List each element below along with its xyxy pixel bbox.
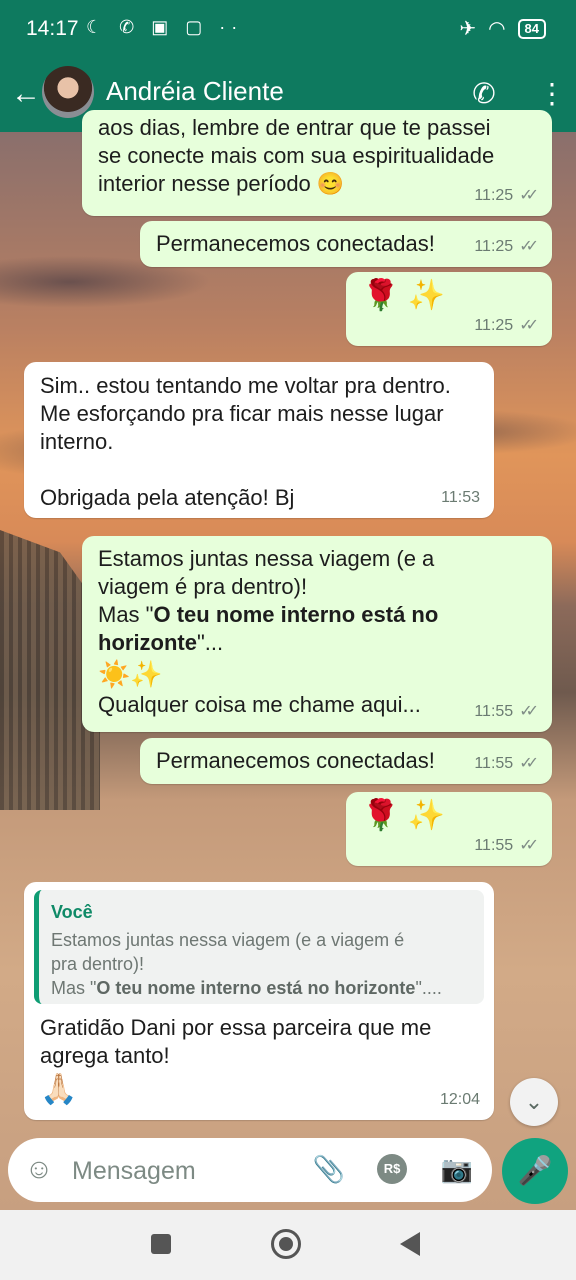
message-text: aos dias, lembre de entrar que te passei [98,115,491,140]
system-icons: ✈ ◠ 84 [459,16,546,41]
read-ticks-icon: ✓✓ [519,703,539,720]
quote-text: Mas "O teu nome interno está no horizont… [51,978,442,998]
wifi-icon: ◠ [488,18,506,40]
read-ticks-icon: ✓✓ [519,187,539,204]
notification-icons: ☾ ✆ ▣ ▢ ·· [86,17,244,37]
message-text: interior nesse período 😊 [98,171,345,196]
read-ticks-icon: ✓✓ [519,317,539,334]
double-chevron-down-icon: ⌄ [524,1089,544,1114]
message-text: Estamos juntas nessa viagem (e a [98,546,435,571]
contact-avatar[interactable] [42,66,94,118]
message-emoji: ☀️✨ [98,659,163,689]
message-bubble-incoming[interactable]: Você Estamos juntas nessa viagem (e a vi… [24,882,494,1120]
message-emoji: 🙏🏻 [40,1073,78,1106]
message-composer: ☺ 📎 R$ 📷 [8,1138,492,1202]
message-text: Permanecemos conectadas! [156,748,435,773]
message-text: Mas "O teu nome interno está no [98,602,439,627]
camera-icon[interactable]: 📷 [440,1152,474,1186]
message-text: agrega tanto! [40,1043,170,1068]
emoji-icon[interactable]: ☺ [22,1152,56,1186]
message-text: Sim.. estou tentando me voltar pra dentr… [40,373,451,398]
read-ticks-icon: ✓✓ [519,755,539,772]
read-ticks-icon: ✓✓ [519,238,539,255]
attach-icon[interactable]: 📎 [312,1152,346,1186]
message-time: 11:25 [474,187,514,204]
message-text: interno. [40,429,114,454]
message-bubble-outgoing[interactable]: 🌹 ✨ 11:55 ✓✓ [346,792,552,866]
message-time: 12:04 [439,1091,480,1108]
read-ticks-icon: ✓✓ [519,837,539,854]
message-bubble-outgoing[interactable]: Permanecemos conectadas! 11:55 ✓✓ [140,738,552,784]
status-time: 14:17 [26,17,79,40]
message-text: Me esforçando pra ficar mais nesse lugar [40,401,444,426]
message-meta: 11:25 ✓✓ [474,233,539,261]
quoted-message[interactable]: Você Estamos juntas nessa viagem (e a vi… [34,890,484,1004]
scroll-to-bottom-button[interactable]: ⌄ [510,1078,558,1126]
message-time: 11:25 [474,317,514,334]
message-emoji: 🌹 ✨ [362,799,446,832]
message-text: horizonte"... [98,630,224,655]
message-meta: 11:25 ✓✓ [474,312,539,340]
message-bubble-outgoing[interactable]: aos dias, lembre de entrar que te passei… [82,110,552,216]
back-button[interactable] [400,1232,420,1256]
quote-text: Estamos juntas nessa viagem (e a viagem … [51,930,405,950]
home-button[interactable] [271,1229,301,1259]
message-meta: 11:55 ✓✓ [474,698,539,726]
message-emoji: 🌹 ✨ [362,279,446,312]
add-call-icon[interactable]: ✆ [464,74,504,114]
message-input[interactable] [70,1150,304,1192]
message-meta: 12:04 [440,1086,480,1114]
message-text: Gratidão Dani por essa parceira que me [40,1015,432,1040]
recents-button[interactable] [151,1234,171,1254]
payment-icon[interactable]: R$ [377,1154,407,1184]
message-bubble-outgoing[interactable]: Permanecemos conectadas! 11:25 ✓✓ [140,221,552,267]
quote-text: pra dentro)! [51,954,145,974]
message-meta: 11:55 ✓✓ [474,750,539,778]
message-bubble-outgoing[interactable]: 🌹 ✨ 11:25 ✓✓ [346,272,552,346]
system-nav-bar [0,1210,576,1280]
back-arrow-icon[interactable]: ← [8,74,44,114]
message-time: 11:25 [474,238,514,255]
message-time: 11:53 [441,489,480,506]
contact-name[interactable]: Andréia Cliente [106,76,284,107]
more-options-icon[interactable]: ⋮ [538,74,566,114]
message-meta: 11:55 ✓✓ [474,832,539,860]
status-bar: 14:17 ☾ ✆ ▣ ▢ ·· ✈ ◠ 84 [0,0,576,60]
message-text: Obrigada pela atenção! Bj [40,485,295,510]
message-meta: 11:53 [441,484,480,512]
battery-icon: 84 [517,18,546,39]
message-time: 11:55 [474,755,514,772]
message-meta: 11:25 ✓✓ [474,182,539,210]
message-text: viagem é pra dentro)! [98,574,308,599]
microphone-icon: 🎤 [517,1155,553,1186]
message-time: 11:55 [474,703,514,720]
message-time: 11:55 [474,837,514,854]
message-text: se conecte mais com sua espiritualidade [98,143,495,168]
message-text: Qualquer coisa me chame aqui... [98,692,421,717]
message-bubble-outgoing[interactable]: Estamos juntas nessa viagem (e a viagem … [82,536,552,732]
microphone-button[interactable]: 🎤 [502,1138,568,1204]
message-text: Permanecemos conectadas! [156,231,435,256]
quote-author: Você [51,902,93,922]
message-bubble-incoming[interactable]: Sim.. estou tentando me voltar pra dentr… [24,362,494,518]
airplane-icon: ✈ [459,18,477,40]
message-body: Gratidão Dani por essa parceira que me a… [40,1014,478,1110]
